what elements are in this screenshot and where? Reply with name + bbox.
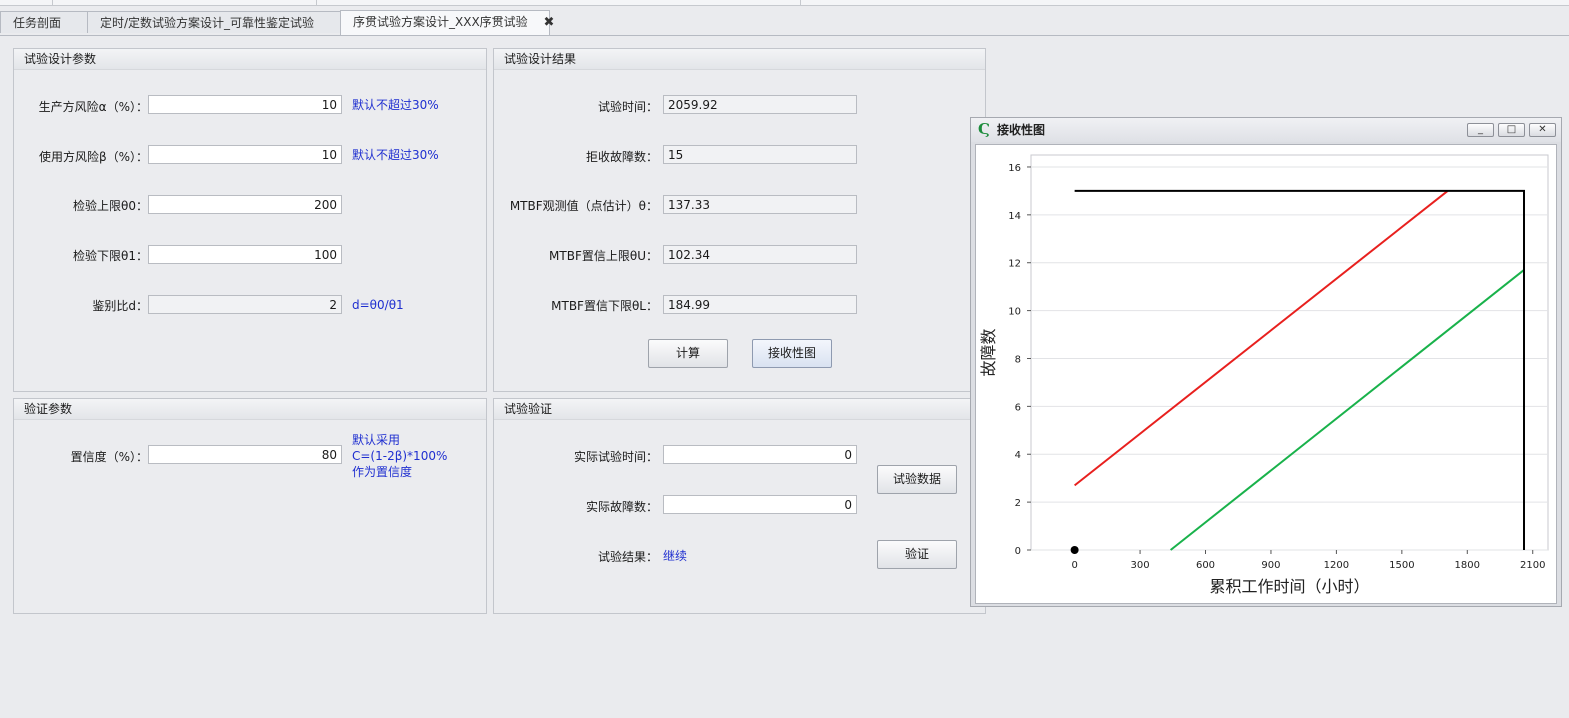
alpha-label: 生产方风险α（%）： <box>38 100 148 114</box>
y-tick-label: 2 <box>1015 498 1021 509</box>
current-point-marker <box>1070 546 1079 554</box>
y-tick-label: 4 <box>1015 450 1021 461</box>
tab-sequential-test-design[interactable]: 序贯试验方案设计_XXX序贯试验 ✖ <box>340 10 554 35</box>
tab-label: 序贯试验方案设计_XXX序贯试验 <box>353 15 528 29</box>
x-tick-label: 0 <box>1071 560 1077 571</box>
window-title: 接收性图 <box>997 123 1046 137</box>
y-tick-label: 0 <box>1015 546 1021 557</box>
panel-title: 试验设计结果 <box>494 49 985 70</box>
beta-input[interactable]: 10 <box>148 145 342 164</box>
mtbf-lower-label: MTBF置信下限θL： <box>551 299 658 313</box>
x-tick-label: 900 <box>1261 560 1280 571</box>
tab-mission-profile[interactable]: 任务剖面 <box>0 11 88 33</box>
tab-label: 定时/定数试验方案设计_可靠性鉴定试验 <box>100 16 315 30</box>
theta1-label: 检验下限θ1： <box>73 249 148 263</box>
y-tick-label: 6 <box>1015 402 1021 413</box>
design-params-panel: 试验设计参数 生产方风险α（%）： 10 默认不超过30% 使用方风险β（%）：… <box>13 48 487 392</box>
reject-failures-label: 拒收故障数： <box>585 150 658 164</box>
actual-time-label: 实际试验时间： <box>573 450 658 464</box>
y-axis-label: 故障数 <box>979 328 998 376</box>
y-tick-label: 14 <box>1008 211 1021 222</box>
test-time-label: 试验时间： <box>597 100 658 114</box>
maximize-icon[interactable]: □ <box>1498 123 1525 137</box>
acceptance-chart: 02468101214160 300 600 900 1200 1500 1800 2100 … <box>979 154 1549 596</box>
top-menu-strip <box>0 0 1569 6</box>
mtbf-point-field: 137.33 <box>663 195 857 214</box>
reject-failures-field: 15 <box>663 145 857 164</box>
test-verify-panel: 试验验证 实际试验时间： 0 实际故障数： 0 试验结果： 继续 试验数据 验证 <box>493 398 986 614</box>
confidence-input[interactable]: 80 <box>148 445 342 464</box>
actual-failures-label: 实际故障数： <box>585 500 658 514</box>
theta1-input[interactable]: 100 <box>148 245 342 264</box>
panel-title: 验证参数 <box>14 399 486 420</box>
x-tick-label: 300 <box>1131 560 1150 571</box>
alpha-input[interactable]: 10 <box>148 95 342 114</box>
y-tick-label: 10 <box>1008 307 1021 318</box>
x-tick-label: 600 <box>1196 560 1215 571</box>
beta-note: 默认不超过30% <box>352 148 439 162</box>
panel-title: 试验验证 <box>494 399 985 420</box>
result-label: 试验结果： <box>597 550 658 564</box>
confidence-label: 置信度（%）： <box>70 450 148 464</box>
confidence-note-line3: 作为置信度 <box>352 465 413 479</box>
ratio-input: 2 <box>148 295 342 314</box>
tab-bar: 任务剖面 定时/定数试验方案设计_可靠性鉴定试验 序贯试验方案设计_XXX序贯试… <box>0 10 1569 36</box>
test-time-field: 2059.92 <box>663 95 857 114</box>
calculate-button[interactable]: 计算 <box>648 339 728 368</box>
mtbf-point-label: MTBF观测值（点估计）θ： <box>509 199 658 213</box>
close-tab-icon[interactable]: ✖ <box>544 12 555 34</box>
x-tick-label: 1500 <box>1389 560 1414 571</box>
verify-params-panel: 验证参数 置信度（%）： 80 默认采用 C=(1-2β)*100% 作为置信度 <box>13 398 487 614</box>
close-icon[interactable]: ✕ <box>1529 123 1556 137</box>
theta0-input[interactable]: 200 <box>148 195 342 214</box>
beta-label: 使用方风险β（%）： <box>38 150 148 164</box>
design-results-panel: 试验设计结果 试验时间： 2059.92 拒收故障数： 15 MTBF观测值（点… <box>493 48 986 392</box>
confidence-note-line2: C=(1-2β)*100% <box>352 449 448 463</box>
test-data-button[interactable]: 试验数据 <box>877 465 957 494</box>
verify-button[interactable]: 验证 <box>877 540 957 569</box>
y-tick-label: 16 <box>1008 163 1021 174</box>
acceptance-chart-window[interactable]: Ϛ 接收性图 _ □ ✕ 0 2 4 6 8 10 12 14 16 0 300 600 900 1200… <box>970 117 1562 607</box>
y-tick-label: 12 <box>1008 259 1021 270</box>
mtbf-lower-field: 184.99 <box>663 295 857 314</box>
panel-title: 试验设计参数 <box>14 49 486 70</box>
acceptance-chart-button[interactable]: 接收性图 <box>752 339 832 368</box>
plot-frame <box>1030 154 1549 551</box>
mtbf-upper-field: 102.34 <box>663 245 857 264</box>
y-tick-label: 8 <box>1015 354 1021 365</box>
app-logo-icon: Ϛ <box>978 120 990 138</box>
actual-time-input[interactable]: 0 <box>663 445 857 464</box>
x-axis-label: 累积工作时间（小时） <box>1209 577 1369 596</box>
result-value: 继续 <box>663 549 688 563</box>
actual-failures-input[interactable]: 0 <box>663 495 857 514</box>
mtbf-upper-label: MTBF置信上限θU： <box>549 249 658 263</box>
theta0-label: 检验上限θ0： <box>73 199 148 213</box>
tab-label: 任务剖面 <box>13 16 62 30</box>
x-tick-label: 2100 <box>1520 560 1545 571</box>
minimize-icon[interactable]: _ <box>1467 123 1494 137</box>
tab-fixed-test-design[interactable]: 定时/定数试验方案设计_可靠性鉴定试验 <box>87 11 341 33</box>
x-tick-label: 1200 <box>1324 560 1349 571</box>
ratio-note: d=θ0/θ1 <box>352 298 404 312</box>
alpha-note: 默认不超过30% <box>352 98 439 112</box>
confidence-note-line1: 默认采用 <box>352 433 401 447</box>
chart-area: 0 2 4 6 8 10 12 14 16 0 300 600 900 1200 1500 1800 2100 … <box>975 144 1557 604</box>
ratio-label: 鉴别比d： <box>92 299 148 313</box>
x-tick-label: 1800 <box>1455 560 1480 571</box>
